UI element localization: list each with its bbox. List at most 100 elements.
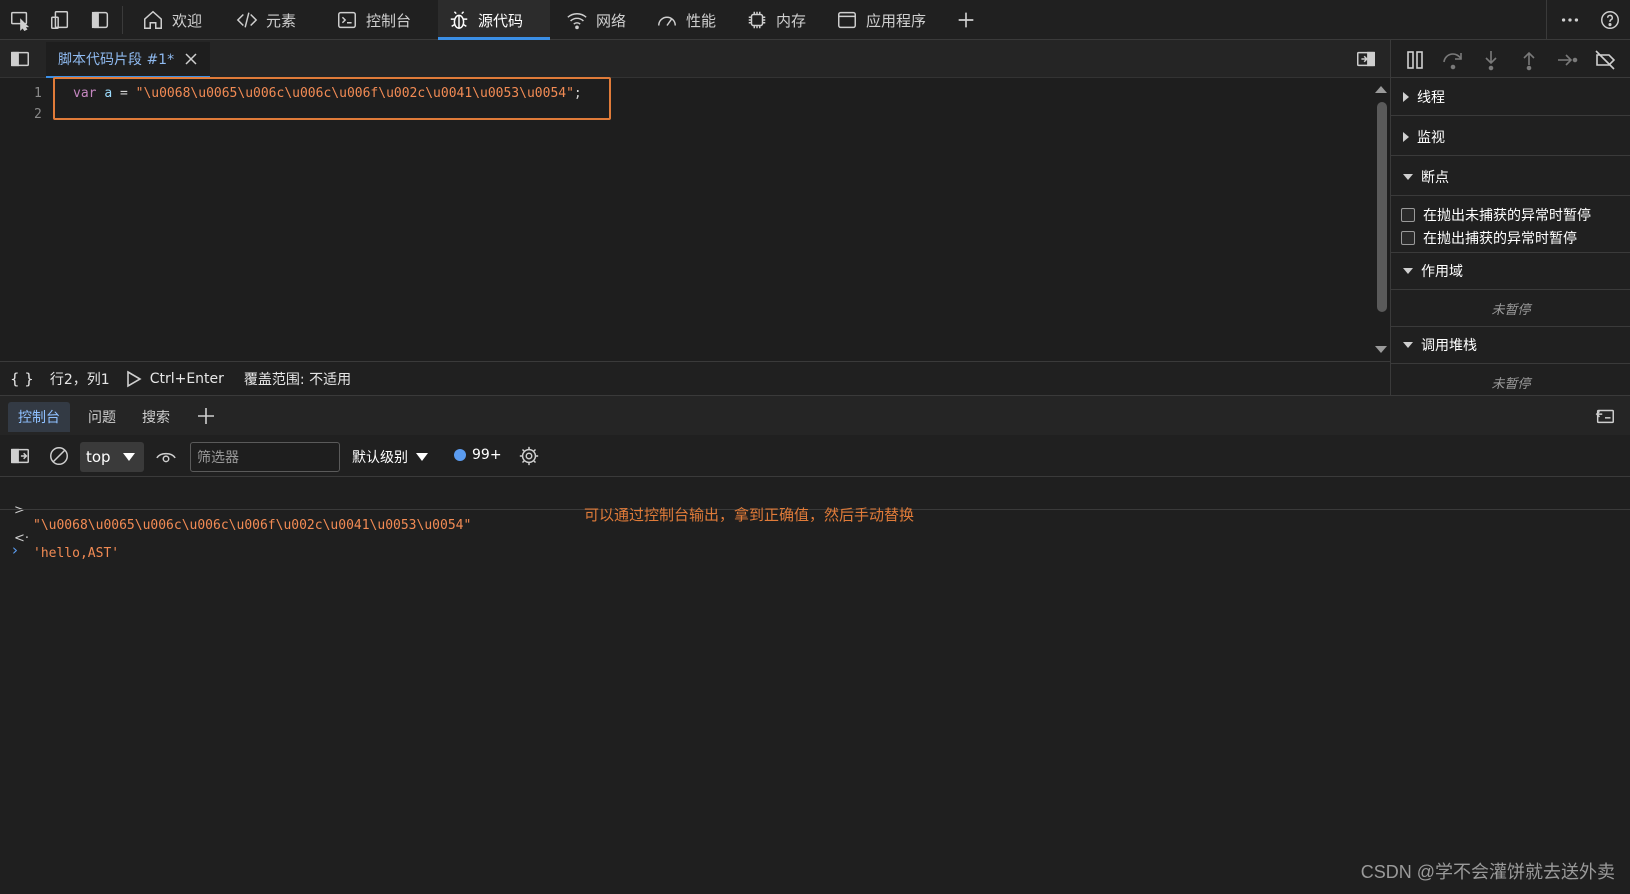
console-toolbar: top 默认级别 99+ [0,435,1630,477]
live-expression-eye-icon[interactable] [155,446,177,468]
message-count: 99+ [472,447,502,463]
section-label: 断点 [1421,169,1449,186]
section-scope[interactable]: 作用域 [1391,252,1630,290]
filter-input[interactable] [190,442,340,472]
line-gutter: 1 2 [0,78,66,361]
chevron-down-icon [122,453,135,461]
console-result-text: 'hello,AST' [33,546,120,561]
editor-scrollbar[interactable] [1374,78,1390,361]
deactivate-breakpoints-icon[interactable] [1593,48,1617,72]
coverage-status: 覆盖范围: 不适用 [243,371,352,388]
tab-label: 性能 [686,11,717,30]
tab-memory[interactable]: 内存 [736,0,816,40]
caret-down-icon [1403,268,1413,274]
code-icon [236,12,258,28]
tab-elements[interactable]: 元素 [226,0,306,40]
drawer-tab-search[interactable]: 搜索 [132,402,180,432]
clear-console-icon[interactable] [48,445,70,467]
drawer-tab-strip: 控制台 问题 搜索 [0,395,1630,435]
highlight-box [53,77,611,120]
editor-status-bar: { } 行2，列1 Ctrl+Enter 覆盖范围: 不适用 [0,361,1390,395]
close-icon[interactable] [184,52,198,66]
tab-label: 元素 [266,11,297,30]
scroll-down-icon[interactable] [1375,346,1387,353]
tab-performance[interactable]: 性能 [646,0,726,40]
pause-uncaught-checkbox[interactable] [1401,208,1415,222]
pause-caught-checkbox[interactable] [1401,231,1415,245]
section-call-stack[interactable]: 调用堆栈 [1391,326,1630,364]
terminal-icon [338,11,356,29]
watermark: CSDN @学不会灌饼就去送外卖 [1360,862,1615,882]
tab-label: 内存 [776,11,807,30]
caret-right-icon [1403,91,1409,102]
add-drawer-tab-icon[interactable] [196,406,216,426]
toolbar-divider [1546,0,1547,40]
drawer-tab-issues[interactable]: 问题 [78,402,126,432]
step-icon[interactable] [1555,48,1579,72]
add-tab-icon[interactable] [954,8,978,32]
bug-icon [450,11,468,29]
pause-uncaught-row[interactable]: 在抛出未捕获的异常时暂停 [1401,205,1591,225]
step-out-icon[interactable] [1517,48,1541,72]
section-threads[interactable]: 线程 [1391,78,1630,116]
console-sidebar-icon[interactable] [9,445,31,467]
section-watch[interactable]: 监视 [1391,118,1630,156]
chevron-down-icon [416,453,428,461]
console-result-entry[interactable]: <· 'hello,AST' [0,516,1630,576]
inspect-icon[interactable] [8,8,32,32]
console-output[interactable]: > "\u0068\u0065\u006c\u006c\u006f\u002c\… [0,477,1630,894]
context-label: top [86,448,111,466]
tab-network[interactable]: 网络 [556,0,636,40]
tab-label: 控制台 [18,410,60,426]
checkbox-label: 在抛出捕获的异常时暂停 [1423,231,1577,247]
message-bubble-icon [454,449,466,461]
cursor-position: 行2，列1 [49,371,110,388]
run-shortcut-label: Ctrl+Enter [149,370,224,387]
caret-down-icon [1403,173,1413,180]
tab-label: 应用程序 [866,11,927,30]
toolbar-divider [122,6,123,34]
editor-tab-strip: 脚本代码片段 #1* [0,40,1390,78]
drawer-tab-console[interactable]: 控制台 [8,402,70,432]
pretty-print-button[interactable]: { } [10,370,34,388]
tab-welcome[interactable]: 欢迎 [132,0,212,40]
home-icon [144,10,162,29]
toggle-navigator-icon[interactable] [8,47,32,71]
debugger-toolbar [1391,40,1630,78]
context-selector[interactable]: top [80,442,144,472]
step-over-icon[interactable] [1441,48,1465,72]
message-count-badge[interactable]: 99+ [454,447,502,463]
log-level-dropdown[interactable]: 默认级别 [352,447,428,467]
toggle-debugger-icon[interactable] [1354,47,1378,71]
play-icon [126,370,142,387]
more-options-icon[interactable] [1558,8,1582,32]
section-label: 监视 [1417,129,1445,146]
help-icon[interactable] [1598,8,1622,32]
devtools-toolbar: 欢迎 元素 控制台 源代码 网络 性能 内存 应用程序 [0,0,1630,40]
tab-application[interactable]: 应用程序 [826,0,936,40]
step-into-icon[interactable] [1479,48,1503,72]
tab-sources[interactable]: 源代码 [438,0,550,40]
file-tab-label: 脚本代码片段 #1* [58,52,175,68]
scroll-up-icon[interactable] [1375,86,1387,93]
pause-icon[interactable] [1403,48,1427,72]
console-settings-gear-icon[interactable] [518,445,540,467]
run-snippet-button[interactable]: Ctrl+Enter [126,370,224,388]
tab-label: 搜索 [142,410,170,426]
tab-label: 源代码 [478,11,524,30]
scroll-thumb[interactable] [1377,102,1387,312]
tab-label: 问题 [88,410,116,426]
snippet-file-tab[interactable]: 脚本代码片段 #1* [46,42,211,78]
console-prompt-icon[interactable]: › [12,541,18,559]
pause-caught-row[interactable]: 在抛出捕获的异常时暂停 [1401,228,1577,248]
dock-side-icon[interactable] [88,8,112,32]
code-editor[interactable]: 1 2 var a = "\u0068\u0065\u006c\u006c\u0… [0,77,1390,361]
log-level-label: 默认级别 [352,450,408,466]
tab-console[interactable]: 控制台 [326,0,421,40]
section-label: 线程 [1417,89,1445,106]
line-number: 1 [34,86,42,101]
section-breakpoints[interactable]: 断点 [1391,158,1630,196]
dock-drawer-icon[interactable] [1594,405,1616,427]
device-emulation-icon[interactable] [48,8,72,32]
caret-right-icon [1403,131,1409,142]
